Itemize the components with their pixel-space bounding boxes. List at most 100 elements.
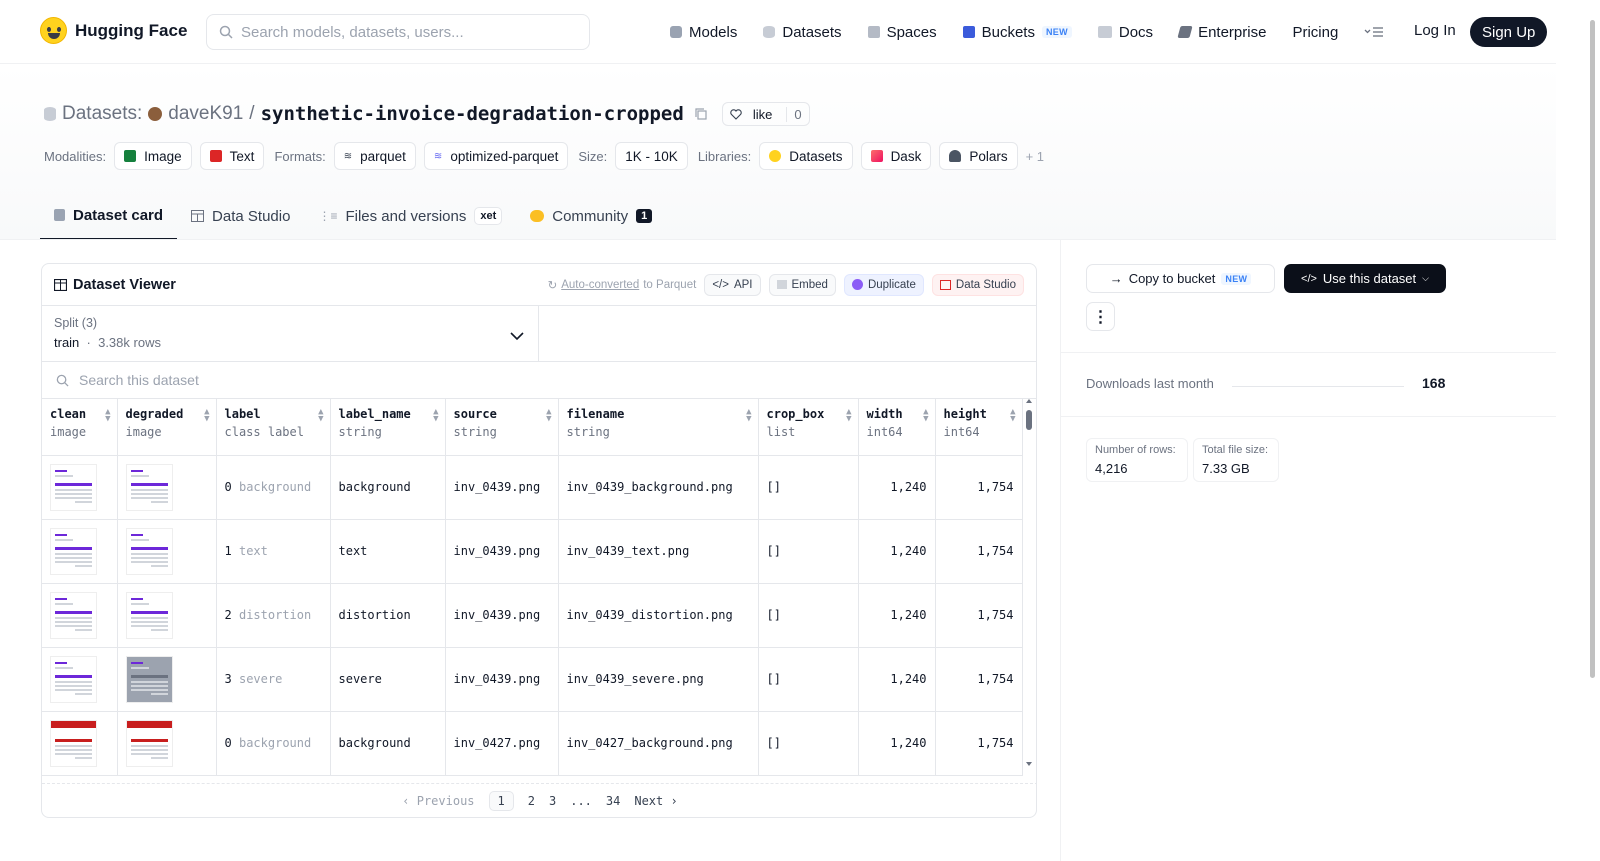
sort-icon[interactable]: ▲ ▼ (1010, 408, 1015, 424)
degraded-image-cell[interactable] (117, 583, 217, 648)
sidebar-separator (1061, 416, 1556, 417)
table-row[interactable]: 0 background background inv_0427.png inv_04… (42, 711, 1023, 776)
degraded-image-cell[interactable] (117, 711, 217, 776)
table-row[interactable]: 3 severe severe inv_0439.png inv_0439_sever… (42, 647, 1023, 712)
clean-image-cell[interactable] (42, 711, 118, 776)
data-studio-icon (939, 279, 951, 290)
tag-size[interactable]: 1K - 10K (615, 142, 688, 170)
page-2-button[interactable]: 2 (528, 794, 535, 808)
height-cell: 1,754 (935, 711, 1023, 776)
column-header-source[interactable]: source string ▲ ▼ (445, 399, 559, 456)
breadcrumb-user[interactable]: daveK91 (168, 103, 243, 125)
degraded-image-cell[interactable] (117, 647, 217, 712)
degraded-thumbnail (125, 719, 208, 767)
filename-cell: inv_0439_background.png (558, 455, 759, 520)
buckets-icon (962, 26, 975, 38)
degraded-image-cell[interactable] (117, 455, 217, 520)
sort-icon[interactable]: ▲ ▼ (318, 408, 323, 424)
tag-format-optimized-parquet[interactable]: ≋ optimized-parquet (423, 142, 569, 170)
crop-box-cell: [] (758, 711, 859, 776)
sort-icon[interactable]: ▲ ▼ (746, 408, 751, 424)
clean-image-cell[interactable] (42, 583, 118, 648)
sort-icon[interactable]: ▲ ▼ (204, 408, 209, 424)
page-1-button[interactable]: 1 (488, 790, 514, 811)
sort-icon[interactable]: ▲ ▼ (846, 408, 851, 424)
logo[interactable]: Hugging Face (40, 17, 187, 44)
next-page-button[interactable]: Next › (634, 794, 677, 808)
nav-docs[interactable]: Docs (1097, 24, 1153, 41)
label-name-cell: text (330, 519, 446, 584)
label-cell: 2 distortion (216, 583, 331, 648)
sort-icon[interactable]: ▲ ▼ (923, 408, 928, 424)
sort-icon[interactable]: ▲ ▼ (105, 408, 110, 424)
degraded-image-cell[interactable] (117, 519, 217, 584)
split-label: Split (3) (54, 316, 98, 330)
nav-more-menu[interactable] (1364, 26, 1384, 38)
data-studio-button[interactable]: Data Studio (931, 273, 1024, 296)
login-link[interactable]: Log In (1414, 22, 1456, 39)
image-icon (124, 150, 137, 162)
column-header-label-name[interactable]: label_name string ▲ ▼ (330, 399, 446, 456)
column-header-crop-box[interactable]: crop_box list ▲ ▼ (758, 399, 859, 456)
auto-converted-suffix: to Parquet (643, 278, 697, 291)
clean-image-cell[interactable] (42, 455, 118, 520)
nav-models[interactable]: Models (670, 24, 737, 41)
sort-icon[interactable]: ▲ ▼ (546, 408, 551, 424)
page-34-button[interactable]: 34 (606, 794, 620, 808)
breadcrumb-section[interactable]: Datasets: (62, 103, 142, 125)
page-3-button[interactable]: 3 (549, 794, 556, 808)
nav-pricing[interactable]: Pricing (1292, 24, 1338, 41)
use-this-dataset-button[interactable]: </> Use this dataset ⌵ (1284, 264, 1446, 293)
tab-files-and-versions[interactable]: ⋮≡ Files and versions xet (304, 192, 516, 240)
table-row[interactable]: 2 distortion distortion inv_0439.png inv_04… (42, 583, 1023, 648)
dataset-name[interactable]: synthetic-invoice-degradation-cropped (261, 103, 684, 125)
tag-library-datasets[interactable]: Datasets (759, 142, 853, 170)
table-row[interactable]: 1 text text inv_0439.png inv_0439_text.png[… (42, 519, 1023, 584)
nav-spaces[interactable]: Spaces (867, 24, 937, 41)
more-options-button[interactable]: ⋮ (1086, 302, 1115, 331)
tag-library-polars[interactable]: Polars (939, 142, 1018, 170)
embed-button[interactable]: Embed (768, 273, 836, 296)
copy-to-bucket-button[interactable]: → Copy to bucket NEW (1086, 264, 1275, 293)
label-cell: 0 background (216, 455, 331, 520)
column-header-height[interactable]: height int64 ▲ ▼ (935, 399, 1023, 456)
crop-box-cell: [] (758, 519, 859, 584)
clean-image-cell[interactable] (42, 519, 118, 584)
column-header-degraded[interactable]: degraded image ▲ ▼ (117, 399, 217, 456)
signup-button[interactable]: Sign Up (1470, 17, 1548, 47)
search-input[interactable]: Search models, datasets, users... (206, 14, 590, 50)
sort-icon[interactable]: ▲ ▼ (433, 408, 438, 424)
tag-modality-image[interactable]: Image (114, 142, 192, 170)
source-cell: inv_0439.png (445, 455, 559, 520)
tab-data-studio[interactable]: Data Studio (177, 192, 304, 240)
clean-image-cell[interactable] (42, 647, 118, 712)
width-cell: 1,240 (858, 455, 936, 520)
nav-enterprise[interactable]: Enterprise (1177, 24, 1266, 41)
copy-icon[interactable] (694, 107, 708, 121)
docs-icon (1097, 26, 1112, 38)
column-header-width[interactable]: width int64 ▲ ▼ (858, 399, 936, 456)
dataset-search-input[interactable]: Search this dataset (42, 362, 1036, 399)
dask-icon (870, 150, 883, 162)
libraries-more[interactable]: + 1 (1026, 149, 1044, 164)
tab-community[interactable]: Community 1 (516, 192, 666, 240)
nav-buckets[interactable]: Buckets NEW (962, 24, 1072, 41)
auto-converted-link[interactable]: Auto-converted (561, 279, 639, 291)
page-scrollbar[interactable] (1590, 20, 1595, 678)
tag-modality-text[interactable]: Text (199, 142, 265, 170)
table-row[interactable]: 0 background background inv_0439.png inv_04… (42, 455, 1023, 520)
tag-library-dask[interactable]: Dask (860, 142, 932, 170)
like-button[interactable]: like 0 (721, 102, 810, 126)
column-header-filename[interactable]: filename string ▲ ▼ (558, 399, 759, 456)
clean-thumbnail (50, 655, 109, 703)
split-dropdown[interactable]: Split (3) train · 3.38k rows (42, 306, 539, 361)
duplicate-button[interactable]: Duplicate (843, 273, 924, 296)
previous-page-button[interactable]: ‹ Previous (402, 794, 474, 808)
table-scrollbar[interactable] (1025, 396, 1033, 769)
tag-format-parquet[interactable]: ≋ parquet (333, 142, 416, 170)
api-button[interactable]: </> API (704, 273, 761, 296)
nav-datasets[interactable]: Datasets (763, 24, 842, 41)
tab-dataset-card[interactable]: Dataset card (40, 192, 178, 240)
column-header-clean[interactable]: clean image ▲ ▼ (42, 399, 118, 456)
column-header-label[interactable]: label class label ▲ ▼ (216, 399, 331, 456)
